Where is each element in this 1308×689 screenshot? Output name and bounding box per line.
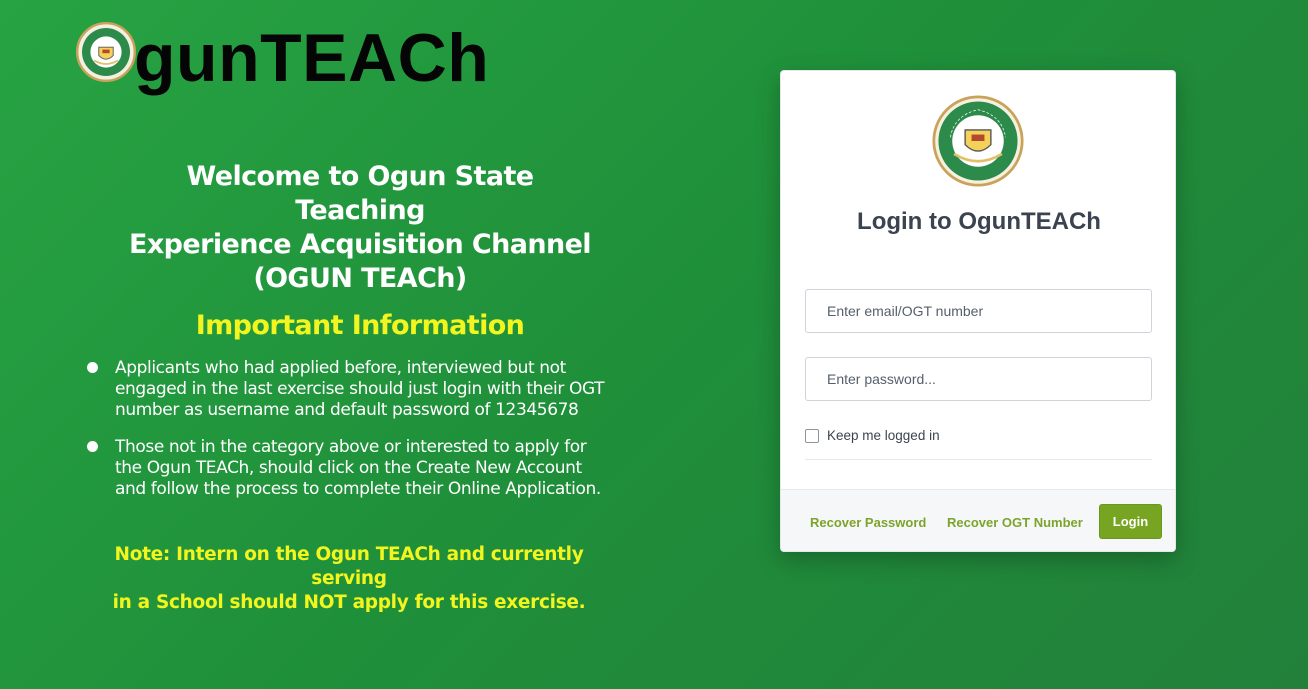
login-title: Login to OgunTEACh	[857, 208, 1101, 235]
recover-ogt-number-link[interactable]: Recover OGT Number	[947, 515, 1083, 530]
login-button[interactable]: Login	[1099, 504, 1162, 539]
info-item: Those not in the category above or inter…	[86, 437, 606, 500]
note-line: Note: Intern on the Ogun TEACh and curre…	[114, 544, 584, 589]
important-info-title: Important Information	[195, 310, 525, 341]
brand-title: gunTEACh	[134, 20, 490, 96]
important-info-list: Applicants who had applied before, inter…	[86, 358, 606, 516]
ogun-state-seal-icon	[932, 95, 1024, 187]
bullet-icon	[87, 362, 98, 373]
note-line: in a School should NOT apply for this ex…	[112, 592, 586, 613]
ogun-state-seal-icon	[76, 22, 136, 82]
info-item: Applicants who had applied before, inter…	[86, 358, 606, 421]
email-ogt-input[interactable]	[805, 289, 1152, 333]
important-note: Note: Intern on the Ogun TEACh and curre…	[84, 543, 614, 615]
welcome-heading: Welcome to Ogun State Teaching Experienc…	[120, 160, 600, 296]
recover-password-link[interactable]: Recover Password	[810, 515, 926, 530]
remember-me[interactable]: Keep me logged in	[805, 428, 940, 443]
bullet-icon	[87, 441, 98, 452]
info-item-text: Applicants who had applied before, inter…	[115, 358, 605, 420]
info-item-text: Those not in the category above or inter…	[115, 437, 601, 499]
login-card: Login to OgunTEACh Keep me logged in Rec…	[780, 70, 1176, 552]
login-card-footer: Recover Password Recover OGT Number Logi…	[781, 489, 1175, 551]
password-input[interactable]	[805, 357, 1152, 401]
brand-header: gunTEACh	[76, 20, 490, 96]
divider	[805, 459, 1152, 460]
welcome-line: (OGUN TEACh)	[253, 263, 467, 294]
welcome-line: Experience Acquisition Channel	[129, 229, 592, 260]
welcome-line: Welcome to Ogun State Teaching	[186, 161, 535, 226]
keep-logged-in-label[interactable]: Keep me logged in	[827, 428, 940, 443]
keep-logged-in-checkbox[interactable]	[805, 428, 819, 443]
